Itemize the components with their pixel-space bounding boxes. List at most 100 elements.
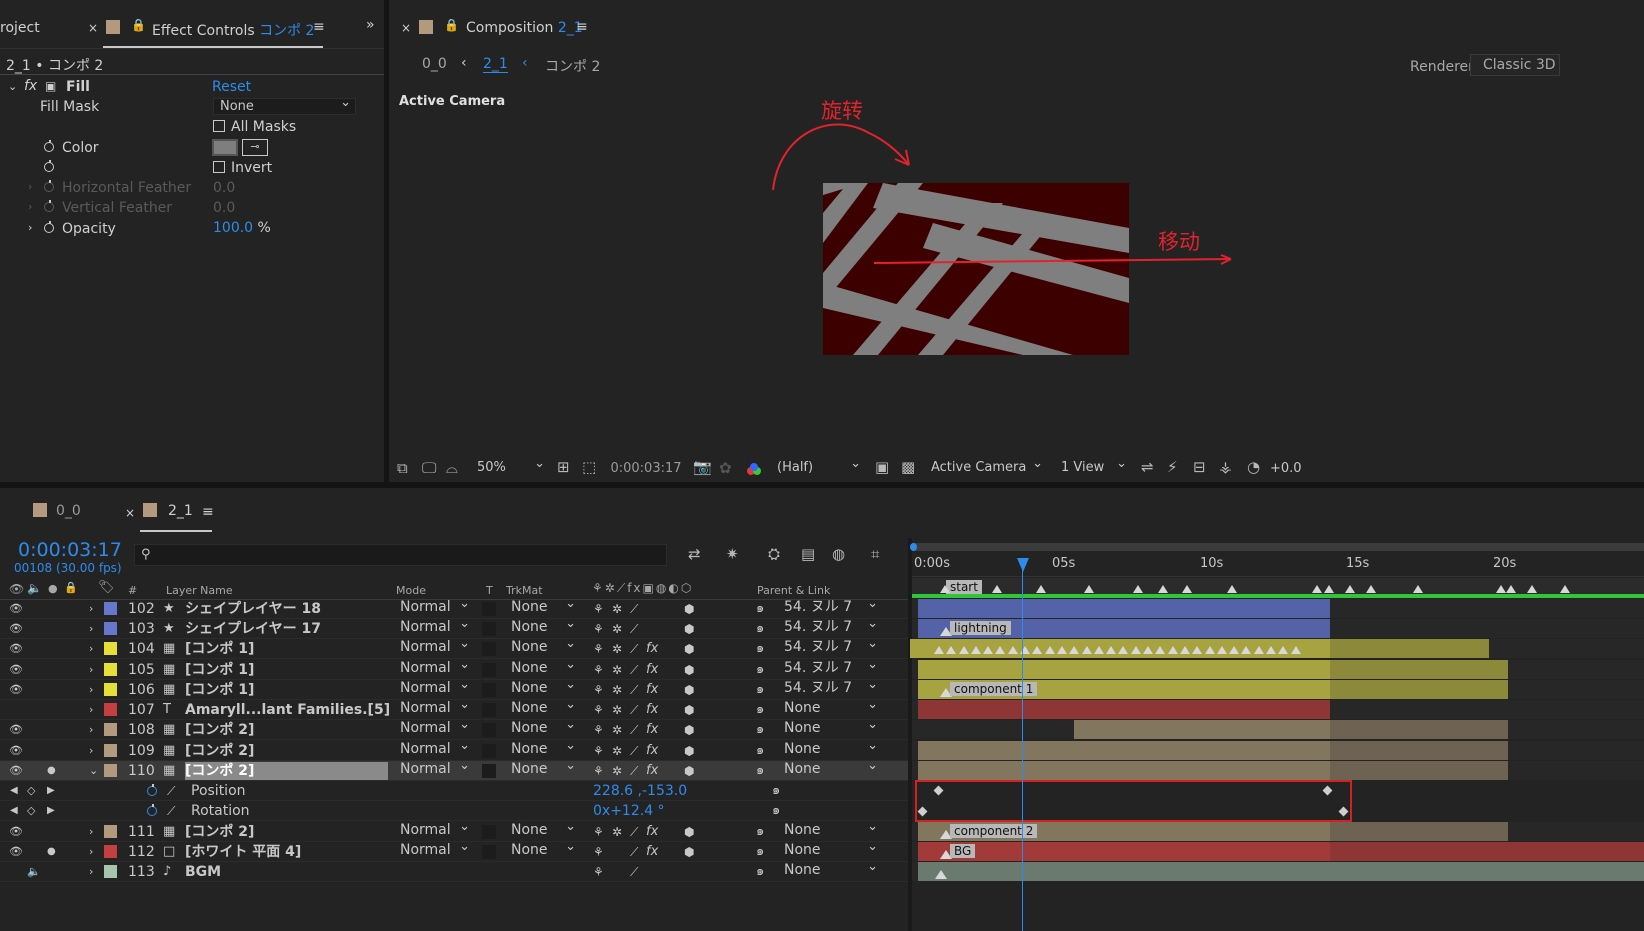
comp-marker-icon[interactable]	[1345, 585, 1355, 593]
comp-marker-icon[interactable]	[1227, 585, 1237, 593]
twirl-arrow-icon[interactable]: ›	[89, 863, 93, 881]
solo-icon[interactable]: ●	[47, 843, 56, 861]
blend-mode-dropdown[interactable]: Normal	[394, 819, 474, 840]
layer-marker-icon[interactable]	[1254, 646, 1264, 654]
parent-pickwhip-icon[interactable]: ๑	[756, 742, 764, 760]
effect-switch-icon[interactable]: fx	[646, 721, 658, 739]
layer-name[interactable]: シェイプレイヤー 17	[185, 620, 321, 638]
expression-pickwhip-icon[interactable]: ๑	[772, 782, 780, 800]
prev-keyframe-icon[interactable]: ◀	[10, 782, 18, 800]
layer-marker[interactable]: component 2	[950, 824, 1038, 838]
stopwatch-icon[interactable]	[147, 804, 157, 816]
stopwatch-icon[interactable]	[44, 140, 54, 152]
layer-marker-icon[interactable]	[1082, 646, 1092, 654]
3d-layer-switch-icon[interactable]: ⬢	[684, 661, 694, 679]
layer-marker-icon[interactable]	[1106, 646, 1116, 654]
snapshot-icon[interactable]: 📷	[693, 458, 712, 476]
add-keyframe-icon[interactable]: ◇	[27, 802, 35, 820]
horizontal-feather-value[interactable]: 0.0	[213, 180, 235, 196]
exposure-value[interactable]: +0.0	[1270, 461, 1302, 476]
comp-marker-icon[interactable]	[1036, 585, 1046, 593]
layer-duration-bar[interactable]	[918, 599, 1330, 618]
parent-pickwhip-icon[interactable]: ๑	[756, 762, 764, 780]
add-keyframe-icon[interactable]: ◇	[27, 782, 35, 800]
marker-start[interactable]: start	[946, 580, 982, 594]
effect-switch-icon[interactable]: fx	[646, 701, 658, 719]
audio-icon[interactable]: 🔈	[27, 863, 41, 881]
eyedropper-icon[interactable]: ⊸	[242, 139, 268, 156]
shy-switch-icon[interactable]: ⚘	[593, 701, 604, 719]
layer-active-segment[interactable]	[918, 761, 1330, 780]
comp-marker-icon[interactable]	[1413, 585, 1423, 593]
shy-switch-icon[interactable]: ⚘	[593, 620, 604, 638]
expand-arrow-icon[interactable]: ›	[28, 180, 32, 193]
layer-name[interactable]: [コンポ 1]	[185, 640, 254, 658]
label-color-swatch[interactable]	[104, 744, 117, 757]
track-matte-dropdown[interactable]: None	[505, 819, 580, 840]
comp-mini-flowchart-icon[interactable]: ⇄	[688, 545, 701, 563]
comp-marker-icon[interactable]	[940, 585, 950, 593]
camera-view-dropdown[interactable]: Active Camera	[925, 456, 1047, 477]
layer-row[interactable]: 👁 › 111 ▦ [コンポ 2] Normal None ⚘ ✲ ⟋ fx ⬢ ๑ None	[0, 819, 912, 842]
invert-checkbox[interactable]	[213, 161, 225, 173]
effect-switch-icon[interactable]: fx	[646, 762, 658, 780]
preserve-transparency-box[interactable]	[482, 602, 496, 616]
layer-marker-icon[interactable]	[1266, 646, 1276, 654]
label-color-swatch[interactable]	[104, 683, 117, 696]
blend-mode-dropdown[interactable]: Normal	[394, 697, 474, 718]
time-navigator[interactable]	[912, 543, 1644, 551]
shy-switch-icon[interactable]: ⚘	[593, 762, 604, 780]
layer-row[interactable]: 👁 ● › 112 □ [ホワイト 平面 4] Normal None ⚘ ⟋ fx ⬢ ๑ None	[0, 839, 912, 862]
prev-keyframe-icon[interactable]: ◀	[10, 802, 18, 820]
preserve-transparency-box[interactable]	[482, 723, 496, 737]
parent-dropdown[interactable]: None	[778, 819, 882, 840]
twirl-arrow-icon[interactable]: ›	[89, 742, 93, 760]
layer-marker-icon[interactable]	[1118, 646, 1128, 654]
parent-pickwhip-icon[interactable]: ๑	[756, 721, 764, 739]
collapse-switch-icon[interactable]: ✲	[612, 640, 622, 658]
layer-name[interactable]: [コンポ 1]	[185, 661, 254, 679]
layer-marker-icon[interactable]	[1192, 646, 1202, 654]
lock-icon[interactable]: 🔒	[444, 18, 459, 32]
panel-menu-icon[interactable]: ≡	[313, 19, 325, 35]
expand-arrow-icon[interactable]: ⌄	[8, 80, 17, 93]
parent-pickwhip-icon[interactable]: ๑	[756, 701, 764, 719]
eye-icon[interactable]: 👁	[9, 721, 23, 739]
3d-layer-switch-icon[interactable]: ⬢	[684, 762, 694, 780]
layer-row[interactable]: 👁 › 105 ▦ [コンポ 1] Normal None ⚘ ✲ ⟋ fx ⬢ ๑ 54. ヌル 7	[0, 657, 912, 680]
preserve-transparency-box[interactable]	[482, 744, 496, 758]
comp-marker-icon[interactable]	[1560, 585, 1570, 593]
parent-pickwhip-icon[interactable]: ๑	[756, 600, 764, 618]
crumb-2-1[interactable]: 2_1	[483, 56, 508, 73]
tab-effect-controls[interactable]: Effect Controls コンポ 2	[152, 20, 314, 40]
eye-icon[interactable]: 👁	[9, 762, 23, 780]
quality-switch-icon[interactable]: ⟋	[630, 681, 638, 699]
parent-dropdown[interactable]: 54. ヌル 7	[778, 677, 882, 698]
comp-marker-icon[interactable]	[992, 585, 1002, 593]
quality-switch-icon[interactable]: ⟋	[630, 762, 638, 780]
twirl-arrow-icon[interactable]: ›	[89, 681, 93, 699]
label-tag-icon[interactable]: 🏷	[98, 580, 115, 595]
label-color-swatch[interactable]	[104, 663, 117, 676]
reset-exposure-icon[interactable]: ◔	[1247, 458, 1260, 476]
expand-arrow-icon[interactable]: ›	[28, 200, 32, 213]
time-navigator-start-handle[interactable]	[910, 543, 917, 551]
next-keyframe-icon[interactable]: ▶	[47, 782, 55, 800]
layer-search-input[interactable]: ⚲	[134, 544, 667, 566]
frame-blending-icon[interactable]: ▤	[801, 545, 815, 563]
3d-layer-switch-icon[interactable]: ⬢	[684, 640, 694, 658]
shy-layers-icon[interactable]: ⛭	[768, 545, 780, 563]
panel-menu-icon[interactable]: ≡	[202, 504, 214, 520]
track-matte-dropdown[interactable]: None	[505, 758, 580, 779]
blend-mode-dropdown[interactable]: Normal	[394, 717, 474, 738]
layer-row[interactable]: 👁 › 103 ★ シェイプレイヤー 17 Normal None ⚘ ✲ ⟋ ⬢ ๑ 54. ヌル 7	[0, 616, 912, 639]
layer-duration-bar[interactable]	[918, 700, 1330, 719]
layer-marker-icon[interactable]	[1143, 646, 1153, 654]
parent-pickwhip-icon[interactable]: ๑	[756, 620, 764, 638]
graph-editor-icon[interactable]: ⌗	[871, 545, 879, 563]
layer-row[interactable]: 👁 › 104 ▦ [コンポ 1] Normal None ⚘ ✲ ⟋ fx ⬢ ๑ 54. ヌル 7	[0, 636, 912, 659]
track-matte-dropdown[interactable]: None	[505, 616, 580, 637]
preserve-transparency-box[interactable]	[482, 642, 496, 656]
all-masks-checkbox[interactable]	[213, 120, 225, 132]
shy-switch-icon[interactable]: ⚘	[593, 640, 604, 658]
